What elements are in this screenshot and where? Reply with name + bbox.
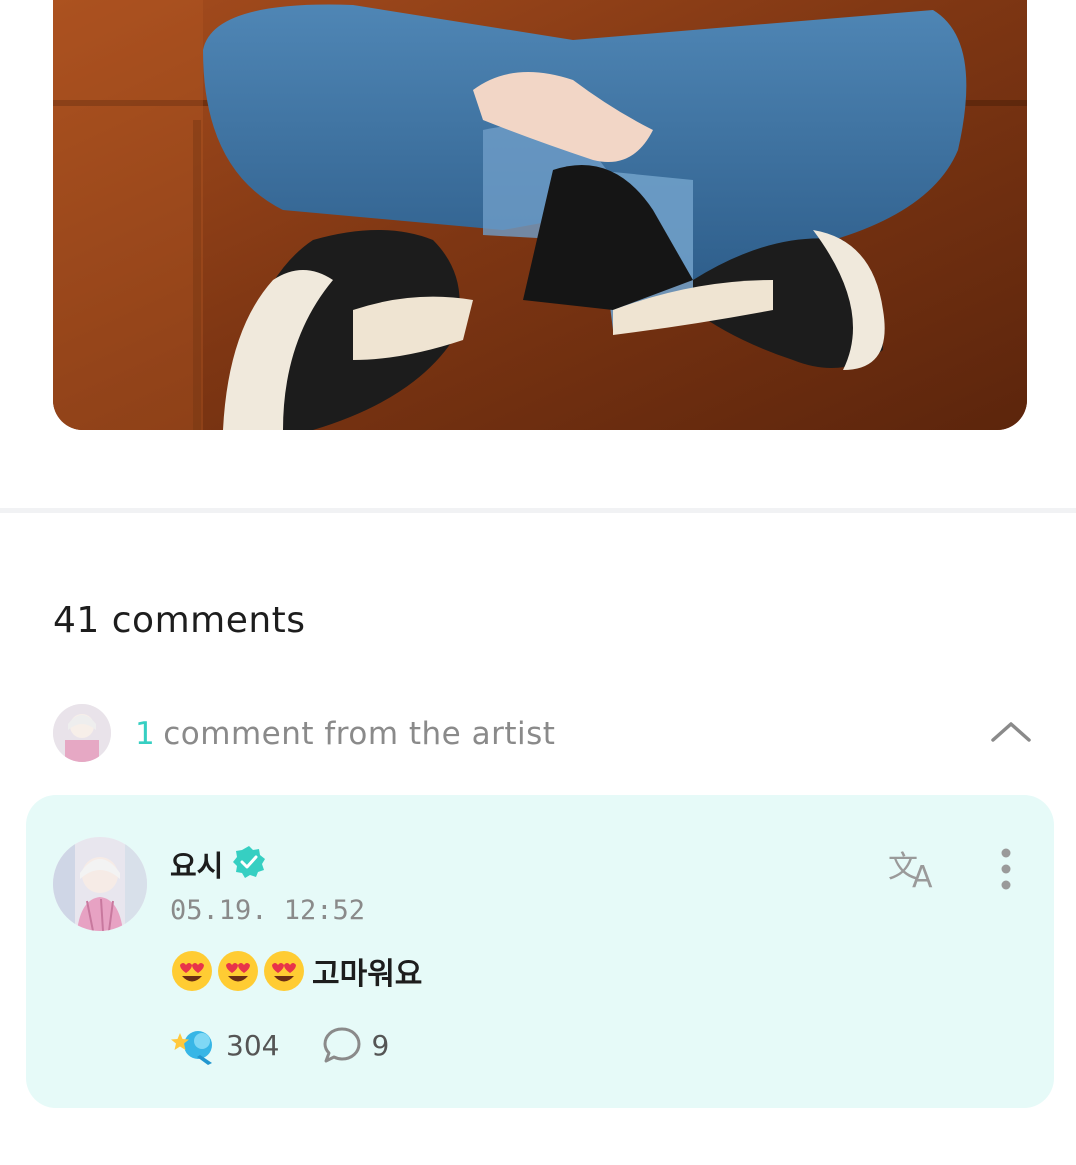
commenter-avatar[interactable]: [53, 837, 147, 931]
verified-badge-icon: [232, 845, 266, 879]
comment-timestamp: 05.19. 12:52: [170, 895, 366, 926]
artist-comment-label-text: comment from the artist: [163, 716, 556, 752]
heart-eyes-emoji: [264, 951, 304, 991]
artist-comments-header[interactable]: 1 comment from the artist: [53, 704, 1033, 766]
like-count: 304: [226, 1028, 280, 1062]
post-photo-illustration: [53, 0, 1027, 430]
heart-eyes-emoji: [172, 951, 212, 991]
more-options-icon[interactable]: [994, 845, 1018, 895]
section-divider: [0, 508, 1076, 513]
comment-actions: 304 9: [170, 1023, 389, 1067]
comment-text: 고마워요: [312, 957, 423, 992]
chevron-up-icon[interactable]: [989, 716, 1033, 746]
translate-icon[interactable]: 文 A: [888, 847, 942, 895]
artist-comment-card: 요시 05.19. 12:52 고마워요 文 A 304 9: [26, 795, 1054, 1108]
reply-bubble-icon[interactable]: [321, 1025, 363, 1065]
comment-body: 고마워요: [170, 947, 422, 995]
heart-eyes-emoji: [218, 951, 258, 991]
artist-avatar: [53, 704, 111, 762]
post-photo[interactable]: [53, 0, 1027, 430]
comments-count: 41 comments: [53, 600, 306, 641]
artist-comment-count: 1: [135, 716, 156, 752]
artist-comments-label: 1 comment from the artist: [135, 716, 555, 752]
svg-text:A: A: [912, 860, 933, 891]
reply-count: 9: [371, 1028, 390, 1062]
like-lightstick-icon[interactable]: [170, 1025, 216, 1065]
comment-author[interactable]: 요시: [170, 843, 223, 885]
